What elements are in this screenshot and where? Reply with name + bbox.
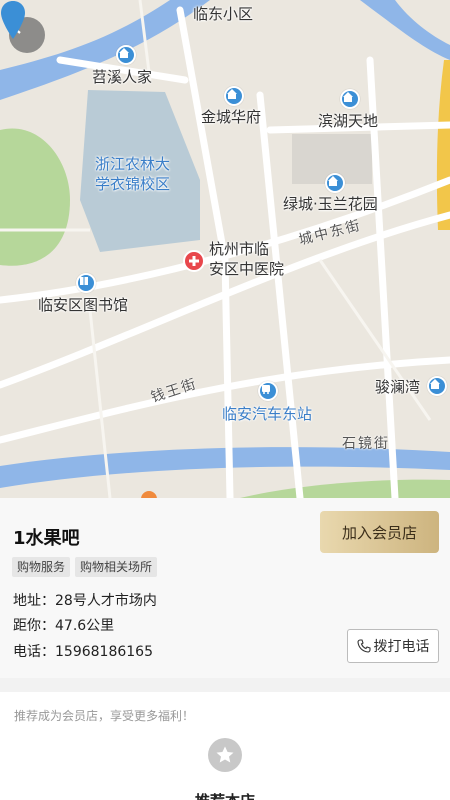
map-label-tiaoxi: 苕溪人家 [92,68,153,86]
map-label-library: 临安区图书馆 [38,296,129,314]
map-label-university: 浙江农林大 学衣锦校区 [95,155,171,193]
map-label-lindong: 临东小区 [193,5,254,23]
store-info-card: 1水果吧 加入会员店 购物服务 购物相关场所 地址：28号人才市场内 距你：47… [0,498,450,678]
store-name: 1水果吧 [13,528,80,549]
star-icon [216,746,234,763]
map-label-hospital: 杭州市临 安区中医院 [209,240,285,278]
phone-row: 电话：15968186165 [13,641,153,661]
call-phone-label: 拨打电话 [373,639,430,655]
distance-row: 距你：47.6公里 [13,615,114,635]
map-label-lvcheng: 绿城·玉兰花园 [283,195,378,213]
map-street-shijing: 石镜街 [342,436,390,452]
distance-label: 距你： [13,618,55,634]
phone-label: 电话： [13,644,55,660]
promo-text: 推荐成为会员店，享受更多福利！ [14,709,195,723]
map-label-junlan: 骏澜湾 [375,378,421,396]
residence-icon [340,89,360,109]
residence-icon [224,86,244,106]
address-label: 地址： [13,593,55,609]
map-label-bus-station: 临安汽车东站 [222,405,313,423]
bus-station-icon [258,381,278,401]
address-row: 地址：28号人才市场内 [13,590,157,610]
residence-icon [116,45,136,65]
recommend-star-button[interactable] [208,738,242,772]
phone-value: 15968186165 [55,644,153,660]
phone-icon [356,639,371,653]
map-view[interactable]: 临东小区 苕溪人家 金城华府 滨湖天地 浙江农林大 学衣锦校区 绿城·玉兰花园 … [0,0,450,498]
recommend-store-label[interactable]: 推荐本店 [0,790,450,800]
store-tag: 购物相关场所 [75,557,158,577]
library-icon [76,273,96,293]
distance-value: 47.6公里 [55,618,115,634]
residence-icon [325,173,345,193]
call-phone-button[interactable]: 拨打电话 [347,629,439,663]
map-label-binhu: 滨湖天地 [318,112,379,130]
join-member-store-button[interactable]: 加入会员店 [320,511,439,553]
residence-icon [427,376,447,396]
address-value: 28号人才市场内 [55,593,157,609]
store-tags: 购物服务 购物相关场所 [12,557,158,577]
recommend-section: 推荐成为会员店，享受更多福利！ 推荐本店 [0,692,450,800]
location-pin-icon [1,1,25,39]
map-label-jincheng: 金城华府 [201,108,262,126]
store-tag: 购物服务 [12,557,71,577]
hospital-icon [183,250,205,272]
